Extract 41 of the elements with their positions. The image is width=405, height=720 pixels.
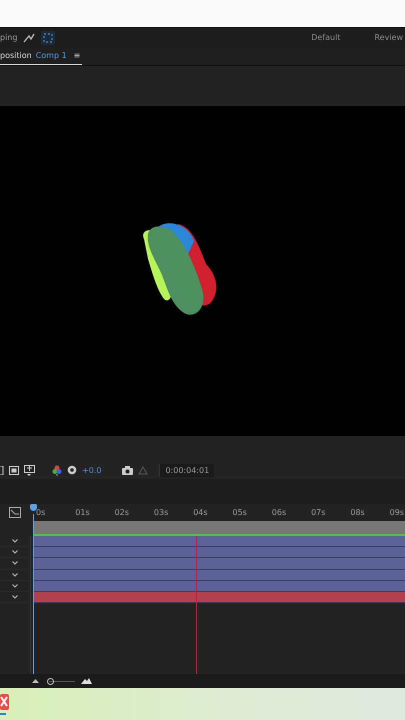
snap-icon[interactable] (23, 32, 36, 42)
chevron-icon[interactable] (12, 561, 18, 566)
ruler-label: 08s (350, 508, 366, 517)
selection-tool-button[interactable] (41, 30, 56, 44)
marquee-icon (43, 32, 54, 42)
transparency-grid-icon[interactable] (9, 466, 19, 474)
chevron-icon[interactable] (12, 584, 18, 588)
workspace-tab[interactable]: Review (374, 33, 403, 42)
workspace-tab[interactable]: Default (311, 33, 340, 42)
timecode-field[interactable]: 0:00:04:01 (159, 464, 214, 476)
ruler-label: 04s (193, 508, 209, 517)
app-icon[interactable] (0, 692, 10, 716)
ruler-label: 06s (272, 508, 288, 517)
playhead-handle[interactable] (30, 504, 37, 511)
ruler-label: 03s (154, 508, 170, 517)
ruler-label: 09s (390, 508, 405, 517)
exposure-value[interactable]: +0.0 (82, 466, 102, 474)
ruler-label: 02s (114, 508, 130, 517)
composition-tab[interactable]: position Comp 1 ≡ (0, 48, 82, 64)
ruler-label: 0s (36, 508, 46, 517)
layer-bar[interactable] (34, 592, 405, 604)
chevron-icon[interactable] (12, 550, 18, 554)
zoom-slider[interactable] (45, 678, 75, 684)
camera-icon[interactable] (122, 466, 134, 474)
comp-name: Comp 1 (36, 51, 67, 60)
ruler-label: 01s (75, 508, 91, 517)
mask-view-icon[interactable] (24, 464, 35, 476)
panel-menu-icon[interactable]: ≡ (74, 51, 80, 60)
panel-label: ping (0, 33, 18, 42)
zoom-out-icon[interactable] (32, 679, 39, 683)
chevron-icon[interactable] (12, 595, 18, 600)
exposure-icon[interactable] (67, 465, 77, 475)
ruler-label: 07s (311, 508, 326, 517)
chevron-icon[interactable] (12, 572, 18, 577)
chevron-icon[interactable] (12, 539, 18, 544)
ruler-label: 05s (232, 508, 248, 517)
graph-editor-icon[interactable] (9, 507, 21, 518)
channel-icon[interactable] (52, 464, 62, 476)
region-icon[interactable] (0, 466, 4, 474)
tab-title: position (0, 51, 32, 60)
zoom-in-icon[interactable] (81, 678, 92, 684)
